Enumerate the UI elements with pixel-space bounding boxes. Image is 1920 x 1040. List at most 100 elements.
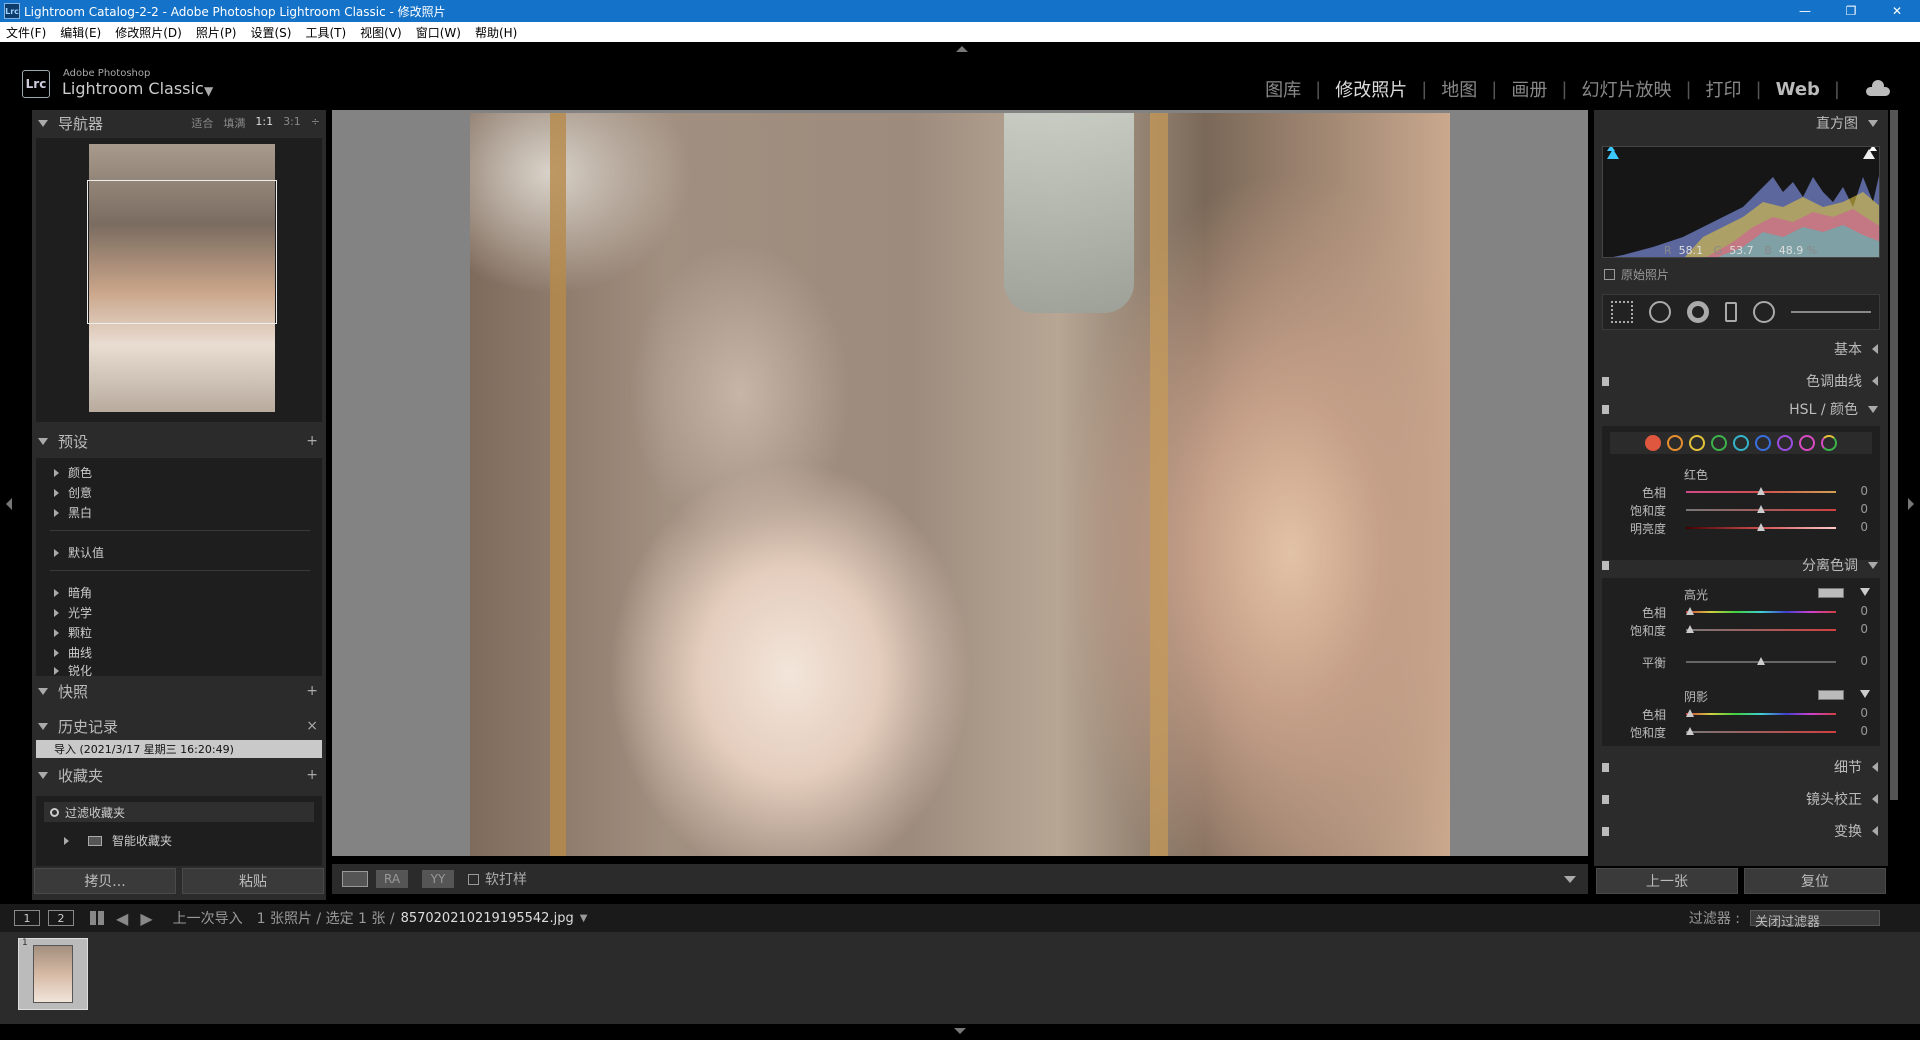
slider-track[interactable] [1686, 487, 1836, 495]
shadow-clipping-icon[interactable] [1607, 149, 1619, 159]
nav-fill[interactable]: 填满 [223, 115, 245, 131]
preset-group[interactable]: 暗角 [54, 584, 92, 601]
nav-zoom-spinner-icon[interactable]: ÷ [311, 115, 320, 131]
nav-fit[interactable]: 适合 [191, 115, 213, 131]
module-slideshow[interactable]: 幻灯片放映 [1581, 76, 1671, 102]
shadows-dropdown-icon[interactable] [1860, 690, 1870, 698]
toolbar-menu-icon[interactable] [1564, 875, 1576, 883]
slider-track[interactable] [1686, 657, 1836, 665]
forward-arrow-icon[interactable]: ▶ [140, 909, 152, 928]
panel-toggle-switch[interactable] [1602, 795, 1609, 804]
slider-knob[interactable] [1757, 523, 1765, 531]
menu-window[interactable]: 窗口(W) [416, 24, 461, 41]
original-photo-checkbox[interactable] [1604, 269, 1615, 280]
shadows-hue-slider[interactable]: 色相 0 [1602, 706, 1880, 722]
grid-view-icon[interactable] [90, 911, 104, 925]
highlights-saturation-slider[interactable]: 饱和度 0 [1602, 622, 1880, 638]
color-dot-all[interactable] [1821, 435, 1837, 451]
slider-value[interactable]: 0 [1860, 622, 1868, 636]
color-dot-blue[interactable] [1755, 435, 1771, 451]
left-panel-toggle-icon[interactable] [6, 498, 12, 510]
slider-knob[interactable] [1686, 727, 1694, 735]
crop-tool-icon[interactable] [1611, 301, 1633, 323]
panel-toggle-switch[interactable] [1602, 561, 1609, 570]
color-dot-yellow[interactable] [1689, 435, 1705, 451]
menu-edit[interactable]: 编辑(E) [60, 24, 101, 41]
graduated-filter-tool-icon[interactable] [1725, 302, 1737, 322]
primary-window-button[interactable]: 1 [14, 910, 40, 926]
basic-header[interactable]: 基本 [1594, 336, 1888, 362]
color-dot-orange[interactable] [1667, 435, 1683, 451]
right-panel-toggle-icon[interactable] [1908, 498, 1914, 510]
filename[interactable]: 857020210219195542.jpg [401, 911, 574, 926]
slider-knob[interactable] [1757, 657, 1765, 665]
menu-view[interactable]: 视图(V) [360, 24, 402, 41]
smart-collections-item[interactable]: 智能收藏夹 [64, 832, 172, 849]
saturation-slider[interactable]: 饱和度 0 [1602, 502, 1880, 518]
slider-track[interactable] [1686, 727, 1836, 735]
source-label[interactable]: 上一次导入 [173, 908, 243, 928]
color-dot-green[interactable] [1711, 435, 1727, 451]
slider-value[interactable]: 0 [1860, 654, 1868, 668]
panel-toggle-switch[interactable] [1602, 405, 1609, 414]
panel-toggle-switch[interactable] [1602, 763, 1609, 772]
module-map[interactable]: 地图 [1441, 76, 1477, 102]
nav-3to1[interactable]: 3:1 [283, 115, 301, 131]
main-photo[interactable] [470, 113, 1450, 856]
slider-value[interactable]: 0 [1860, 484, 1868, 498]
navigator-header[interactable]: 导航器 适合 填满 1:1 3:1 ÷ [32, 110, 326, 136]
secondary-window-button[interactable]: 2 [48, 910, 74, 926]
add-collection-icon[interactable]: + [306, 767, 318, 783]
preset-group[interactable]: 默认值 [54, 544, 104, 561]
slider-track[interactable] [1686, 523, 1836, 531]
maximize-button[interactable]: ❐ [1828, 0, 1874, 22]
slider-knob[interactable] [1686, 625, 1694, 633]
preset-group[interactable]: 锐化 [54, 662, 92, 679]
original-photo-toggle[interactable]: 原始照片 [1604, 266, 1669, 283]
slider-track[interactable] [1686, 709, 1836, 717]
filename-caret-icon[interactable]: ▼ [580, 913, 588, 924]
preset-group[interactable]: 颜色 [54, 464, 92, 481]
panel-toggle-switch[interactable] [1602, 377, 1609, 386]
panel-toggle-switch[interactable] [1602, 827, 1609, 836]
radial-filter-tool-icon[interactable] [1753, 301, 1775, 323]
menu-tools[interactable]: 工具(T) [305, 24, 346, 41]
menu-help[interactable]: 帮助(H) [475, 24, 517, 41]
shadows-saturation-slider[interactable]: 饱和度 0 [1602, 724, 1880, 740]
slider-knob[interactable] [1686, 607, 1694, 615]
red-eye-tool-icon[interactable] [1687, 301, 1709, 323]
menu-settings[interactable]: 设置(S) [250, 24, 291, 41]
collections-header[interactable]: 收藏夹 + [32, 762, 326, 788]
highlights-color-swatch[interactable] [1818, 588, 1844, 598]
paste-settings-button[interactable]: 粘贴 [182, 868, 324, 894]
filmstrip-thumbnail[interactable] [33, 945, 73, 1003]
luminance-slider[interactable]: 明亮度 0 [1602, 520, 1880, 536]
cloud-icon[interactable] [1866, 80, 1890, 96]
right-panel-scrollbar[interactable] [1890, 110, 1898, 800]
color-dot-aqua[interactable] [1733, 435, 1749, 451]
before-after-icon[interactable]: RA [376, 870, 408, 888]
detail-header[interactable]: 细节 [1594, 754, 1888, 780]
module-web[interactable]: Web [1776, 79, 1820, 100]
adjustment-brush-slider[interactable] [1791, 311, 1871, 313]
menu-photo[interactable]: 照片(P) [196, 24, 237, 41]
color-dot-red[interactable] [1645, 435, 1661, 451]
module-library[interactable]: 图库 [1265, 76, 1301, 102]
hue-slider[interactable]: 色相 0 [1602, 484, 1880, 500]
slider-value[interactable]: 0 [1860, 706, 1868, 720]
slider-track[interactable] [1686, 607, 1836, 615]
slider-value[interactable]: 0 [1860, 604, 1868, 618]
bottom-panel-toggle-icon[interactable] [954, 1028, 966, 1034]
highlights-dropdown-icon[interactable] [1860, 588, 1870, 596]
menu-develop[interactable]: 修改照片(D) [115, 24, 182, 41]
transform-header[interactable]: 变换 [1594, 818, 1888, 844]
softproof-checkbox[interactable] [468, 873, 479, 885]
brand-caret-icon[interactable]: ▼ [204, 84, 213, 98]
histogram-header[interactable]: 直方图 [1594, 110, 1888, 136]
presets-header[interactable]: 预设 + [32, 428, 326, 454]
preset-group[interactable]: 光学 [54, 604, 92, 621]
add-preset-icon[interactable]: + [306, 433, 318, 449]
preset-group[interactable]: 创意 [54, 484, 92, 501]
module-develop[interactable]: 修改照片 [1335, 76, 1407, 102]
highlights-hue-slider[interactable]: 色相 0 [1602, 604, 1880, 620]
